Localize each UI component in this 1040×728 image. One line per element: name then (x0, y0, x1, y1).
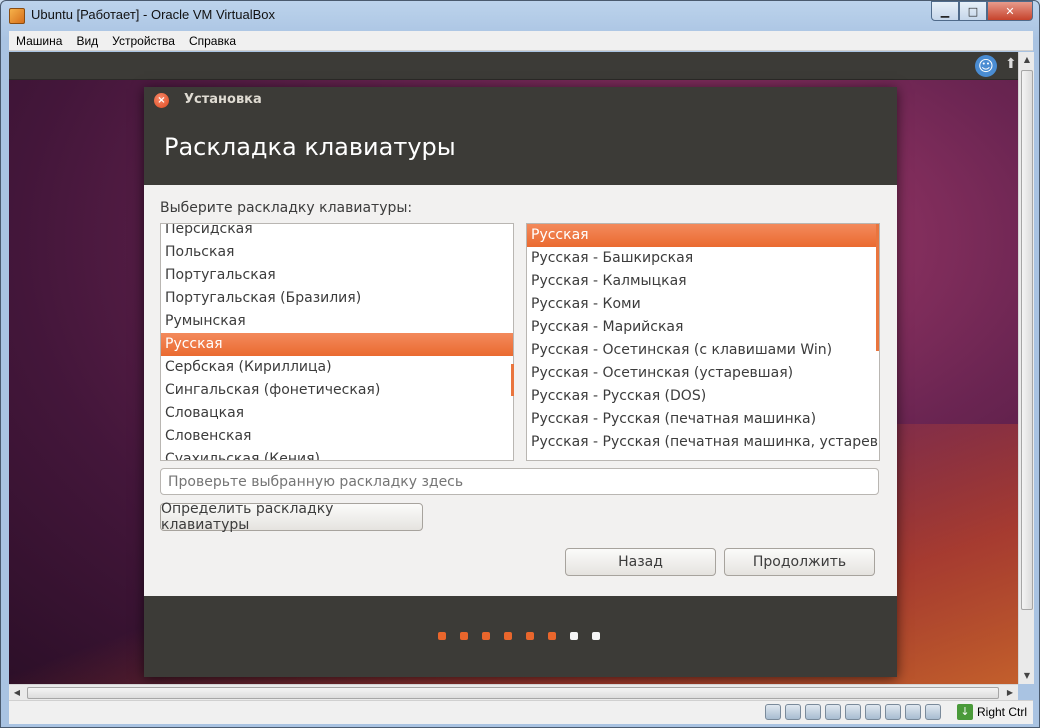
maximize-button[interactable]: □ (959, 1, 987, 21)
progress-dot (548, 632, 556, 640)
close-icon[interactable]: × (154, 93, 169, 108)
variant-list-scrollbar[interactable] (876, 224, 879, 351)
window-controls: ▁ □ ✕ (931, 1, 1033, 21)
ubuntu-top-panel: ☺ ⬆ (9, 52, 1018, 80)
scroll-right-icon[interactable]: ▶ (1002, 685, 1018, 701)
progress-dots (438, 632, 600, 640)
scroll-down-icon[interactable]: ▼ (1019, 668, 1035, 684)
list-item[interactable]: Русская - Башкирская (527, 247, 879, 270)
vertical-scrollbar[interactable]: ▲ ▼ (1018, 52, 1034, 684)
host-key-label: Right Ctrl (976, 705, 1027, 719)
list-item[interactable]: Русская - Коми (527, 293, 879, 316)
progress-dot (438, 632, 446, 640)
list-item[interactable]: Сингальская (фонетическая) (161, 379, 513, 402)
menu-help[interactable]: Справка (182, 34, 243, 48)
shared-folders-icon[interactable] (865, 704, 881, 720)
scroll-left-icon[interactable]: ◀ (9, 685, 25, 701)
menu-devices[interactable]: Устройства (105, 34, 182, 48)
installer-window-title: Установка (184, 92, 262, 107)
list-item[interactable]: Русская (161, 333, 513, 356)
test-layout-input[interactable] (160, 468, 879, 495)
progress-dot (482, 632, 490, 640)
list-item[interactable]: Португальская (161, 264, 513, 287)
list-item[interactable]: Персидская (161, 224, 513, 241)
progress-dot (504, 632, 512, 640)
list-item[interactable]: Польская (161, 241, 513, 264)
back-button[interactable]: Назад (565, 548, 716, 576)
list-item[interactable]: Русская - Русская (печатная машинка, уст… (527, 431, 879, 454)
horizontal-scroll-thumb[interactable] (27, 687, 999, 699)
progress-dot (592, 632, 600, 640)
virtualbox-window: Ubuntu [Работает] - Oracle VM VirtualBox… (0, 0, 1040, 728)
hard-disk-icon[interactable] (765, 704, 781, 720)
close-window-button[interactable]: ✕ (987, 1, 1033, 21)
progress-dot (526, 632, 534, 640)
statusbar: ↓ Right Ctrl (9, 700, 1033, 724)
list-item[interactable]: Словацкая (161, 402, 513, 425)
display-icon[interactable] (885, 704, 901, 720)
menu-machine[interactable]: Машина (9, 34, 69, 48)
host-key-icon: ↓ (957, 704, 973, 720)
horizontal-scrollbar[interactable]: ◀ ▶ (9, 684, 1018, 700)
layout-list-scrollbar[interactable] (511, 364, 514, 396)
list-item[interactable]: Русская - Осетинская (устаревшая) (527, 362, 879, 385)
usb-icon[interactable] (845, 704, 861, 720)
continue-button[interactable]: Продолжить (724, 548, 875, 576)
installer-window: × Установка Раскладка клавиатуры Выберит… (144, 87, 897, 677)
network-icon[interactable] (825, 704, 841, 720)
list-item[interactable]: Словенская (161, 425, 513, 448)
progress-dot (570, 632, 578, 640)
layout-list[interactable]: Персидская Польская Португальская Португаль… (160, 223, 514, 461)
audio-icon[interactable] (805, 704, 821, 720)
page-title: Раскладка клавиатуры (164, 133, 456, 161)
mouse-integration-icon[interactable] (925, 704, 941, 720)
detect-layout-button[interactable]: Определить раскладку клавиатуры (160, 501, 423, 533)
list-item[interactable]: Суахильская (Кения) (161, 448, 513, 460)
list-item[interactable]: Португальская (Бразилия) (161, 287, 513, 310)
accessibility-icon[interactable]: ☺ (975, 55, 997, 77)
virtualbox-app-icon (9, 8, 25, 24)
list-item[interactable]: Русская - Русская (печатная машинка) (527, 408, 879, 431)
list-item[interactable]: Русская - Русская (DOS) (527, 385, 879, 408)
list-item[interactable]: Сербская (Кириллица) (161, 356, 513, 379)
window-title: Ubuntu [Работает] - Oracle VM VirtualBox (31, 7, 275, 22)
menu-view[interactable]: Вид (69, 34, 105, 48)
minimize-button[interactable]: ▁ (931, 1, 959, 21)
settings-arrow-icon[interactable]: ⬆ (1005, 56, 1017, 72)
list-item[interactable]: Русская - Калмыцкая (527, 270, 879, 293)
list-item[interactable]: Русская - Марийская (527, 316, 879, 339)
progress-dot (460, 632, 468, 640)
layout-prompt: Выберите раскладку клавиатуры: (160, 200, 413, 216)
installer-header: Раскладка клавиатуры (144, 113, 897, 185)
optical-drive-icon[interactable] (785, 704, 801, 720)
list-item[interactable]: Русская - Осетинская (с клавишами Win) (527, 339, 879, 362)
list-item[interactable]: Русская (527, 224, 879, 247)
installer-titlebar: × Установка (144, 87, 897, 113)
video-capture-icon[interactable] (905, 704, 921, 720)
window-titlebar[interactable]: Ubuntu [Работает] - Oracle VM VirtualBox… (1, 1, 1039, 31)
vertical-scroll-thumb[interactable] (1021, 70, 1033, 610)
variant-list[interactable]: Русская Русская - Башкирская Русская - Кал… (526, 223, 880, 461)
scroll-up-icon[interactable]: ▲ (1019, 52, 1035, 68)
vm-screen[interactable]: ☺ ⬆ × Установка Раскладка клавиатуры Выб… (9, 52, 1018, 684)
installer-footer (144, 596, 897, 677)
device-status-icons (765, 704, 941, 720)
list-item[interactable]: Румынская (161, 310, 513, 333)
menubar: Машина Вид Устройства Справка (9, 31, 1033, 51)
